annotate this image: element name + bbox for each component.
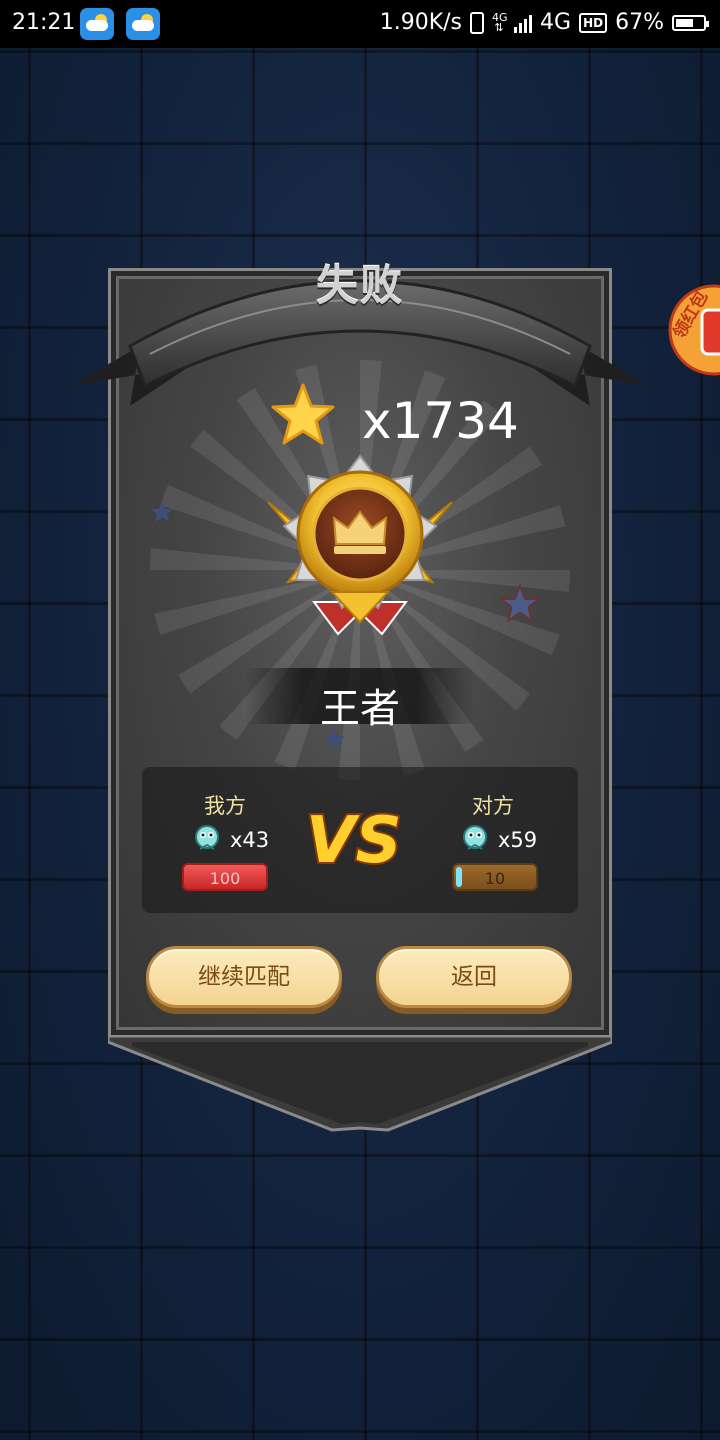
result-title: 失败 xyxy=(315,261,404,310)
opponent-label: 对方 xyxy=(472,794,514,818)
star-count-value: x1734 xyxy=(362,392,519,450)
opponent-score-fill xyxy=(456,867,462,887)
status-right: 1.90K/s 4G ⇅ 4G HD 67% xyxy=(379,10,709,35)
weather-icon xyxy=(80,8,114,40)
battery-percent: 67% xyxy=(615,10,664,35)
weather-icon xyxy=(126,8,160,40)
continue-match-button[interactable]: 继续匹配 xyxy=(146,946,342,1008)
network-type: 4G xyxy=(540,10,572,35)
svg-text:VS: VS xyxy=(306,804,402,876)
opponent-score-bar: 10 xyxy=(452,863,538,891)
opponent-pet-count: x59 xyxy=(498,828,538,852)
opponent-score: 10 xyxy=(484,869,506,888)
back-button[interactable]: 返回 xyxy=(376,946,572,1008)
my-score-bar: 100 xyxy=(182,863,268,891)
data-arrows-icon: 4G ⇅ xyxy=(492,10,508,34)
net-speed: 1.90K/s xyxy=(379,10,463,35)
my-pet-count: x43 xyxy=(230,828,270,852)
vibrate-icon xyxy=(470,11,485,34)
status-bar: 21:21 1.90K/s 4G ⇅ 4G HD 67% xyxy=(0,0,720,48)
my-score: 100 xyxy=(209,869,241,888)
pet-icon xyxy=(463,825,487,850)
decor-star-icon xyxy=(500,584,540,623)
hd-icon: HD xyxy=(579,12,608,33)
rank-title: 王者 xyxy=(320,686,400,732)
star-icon xyxy=(271,383,335,445)
signal-icon xyxy=(514,13,533,33)
pet-icon xyxy=(195,825,219,850)
panel-pennant-bottom xyxy=(108,1036,612,1132)
crown-medal-icon xyxy=(267,454,453,636)
vs-logo: VS xyxy=(304,802,404,876)
red-packet-badge[interactable]: 领红包 xyxy=(664,266,720,386)
battery-icon xyxy=(672,14,709,31)
my-side-label: 我方 xyxy=(204,794,246,818)
status-time: 21:21 xyxy=(12,10,76,35)
decor-star-icon xyxy=(151,501,173,522)
